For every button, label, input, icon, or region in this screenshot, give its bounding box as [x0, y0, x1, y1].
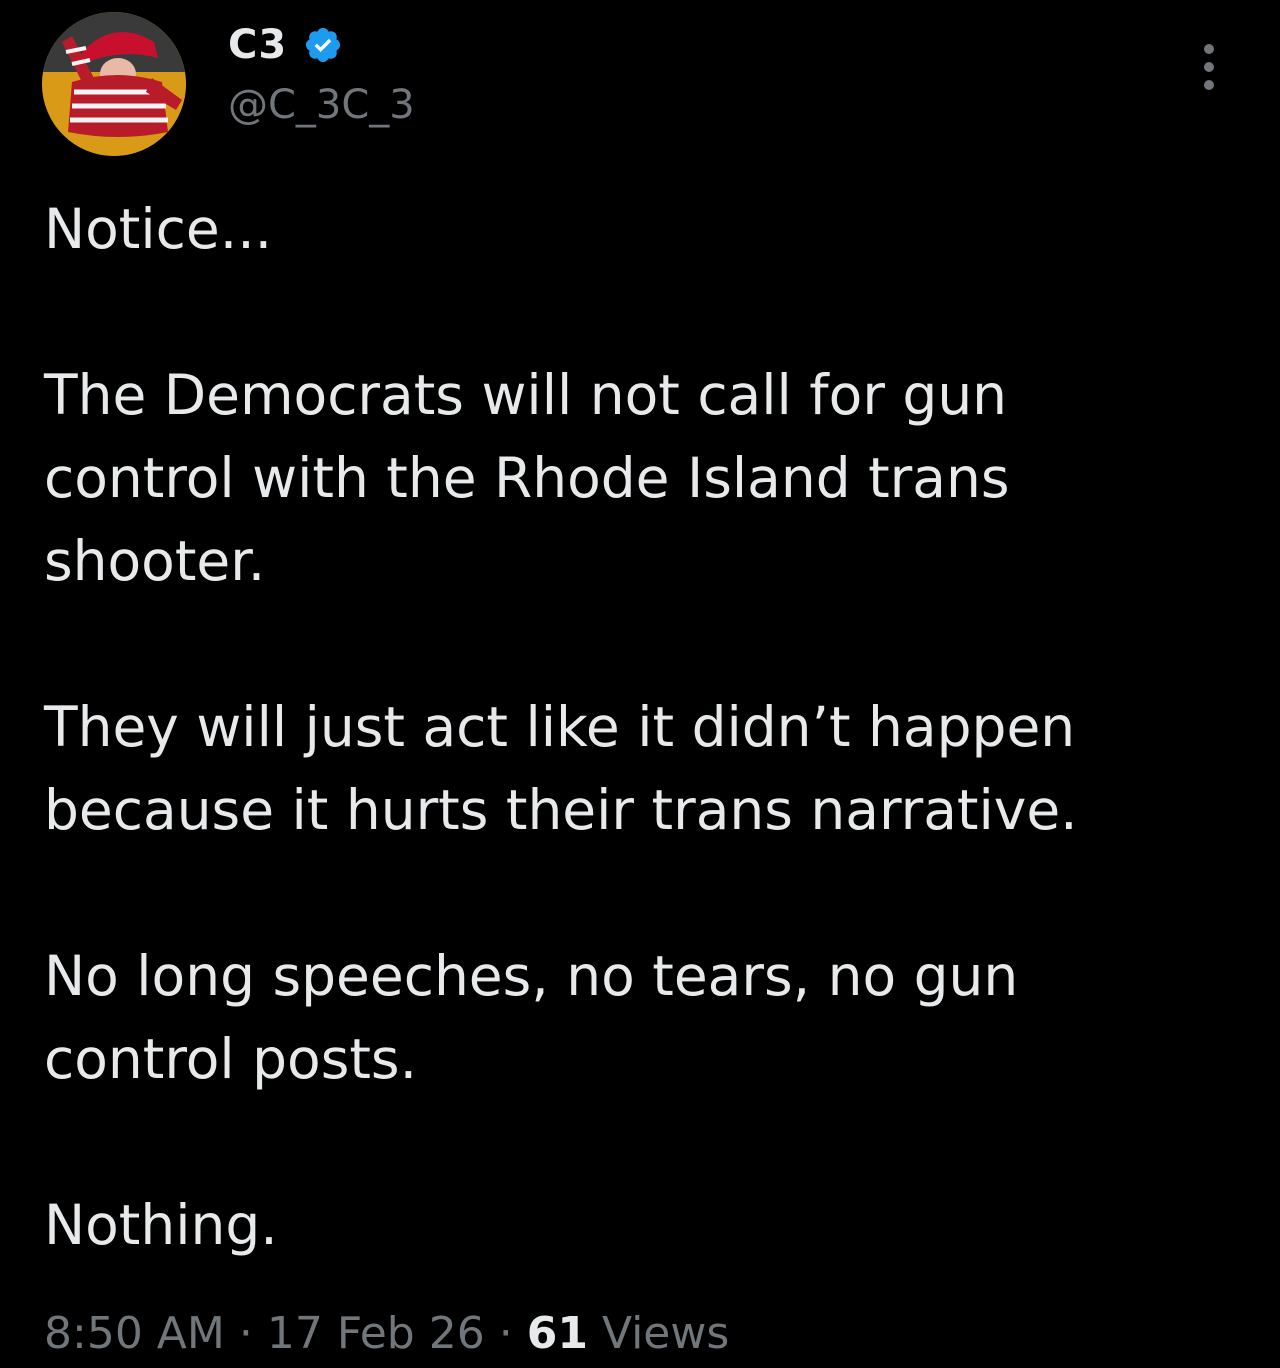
more-dot [1204, 80, 1214, 90]
views-count[interactable]: 61 [527, 1308, 588, 1359]
tweet-paragraph: No long speeches, no tears, no gun contr… [44, 944, 1019, 1091]
verified-badge-icon[interactable] [303, 25, 343, 65]
name-row: C3 [228, 18, 415, 72]
display-name[interactable]: C3 [228, 22, 287, 68]
tweet-paragraph: Nothing. [44, 1193, 278, 1257]
tweet-time[interactable]: 8:50 AM [44, 1308, 225, 1359]
tweet: C3 @C_3C_3 Notice... The Democrats will … [0, 0, 1280, 1368]
more-options-icon[interactable] [1198, 44, 1220, 90]
meta-separator: · [498, 1308, 513, 1359]
views-label: Views [601, 1308, 730, 1359]
tweet-meta: 8:50 AM · 17 Feb 26 · 61 Views [44, 1308, 729, 1359]
avatar-image [42, 12, 186, 156]
tweet-paragraph: The Democrats will not call for gun cont… [44, 363, 1010, 593]
tweet-text: Notice... The Democrats will not call fo… [44, 188, 1194, 1267]
more-dot [1204, 44, 1214, 54]
avatar[interactable] [42, 12, 186, 156]
user-handle[interactable]: @C_3C_3 [228, 82, 415, 128]
tweet-date[interactable]: 17 Feb 26 [267, 1308, 485, 1359]
meta-separator: · [238, 1308, 253, 1359]
tweet-paragraph: They will just act like it didn’t happen… [44, 695, 1078, 842]
user-info[interactable]: C3 @C_3C_3 [228, 18, 415, 128]
more-dot [1204, 62, 1214, 72]
tweet-paragraph: Notice... [44, 197, 273, 261]
